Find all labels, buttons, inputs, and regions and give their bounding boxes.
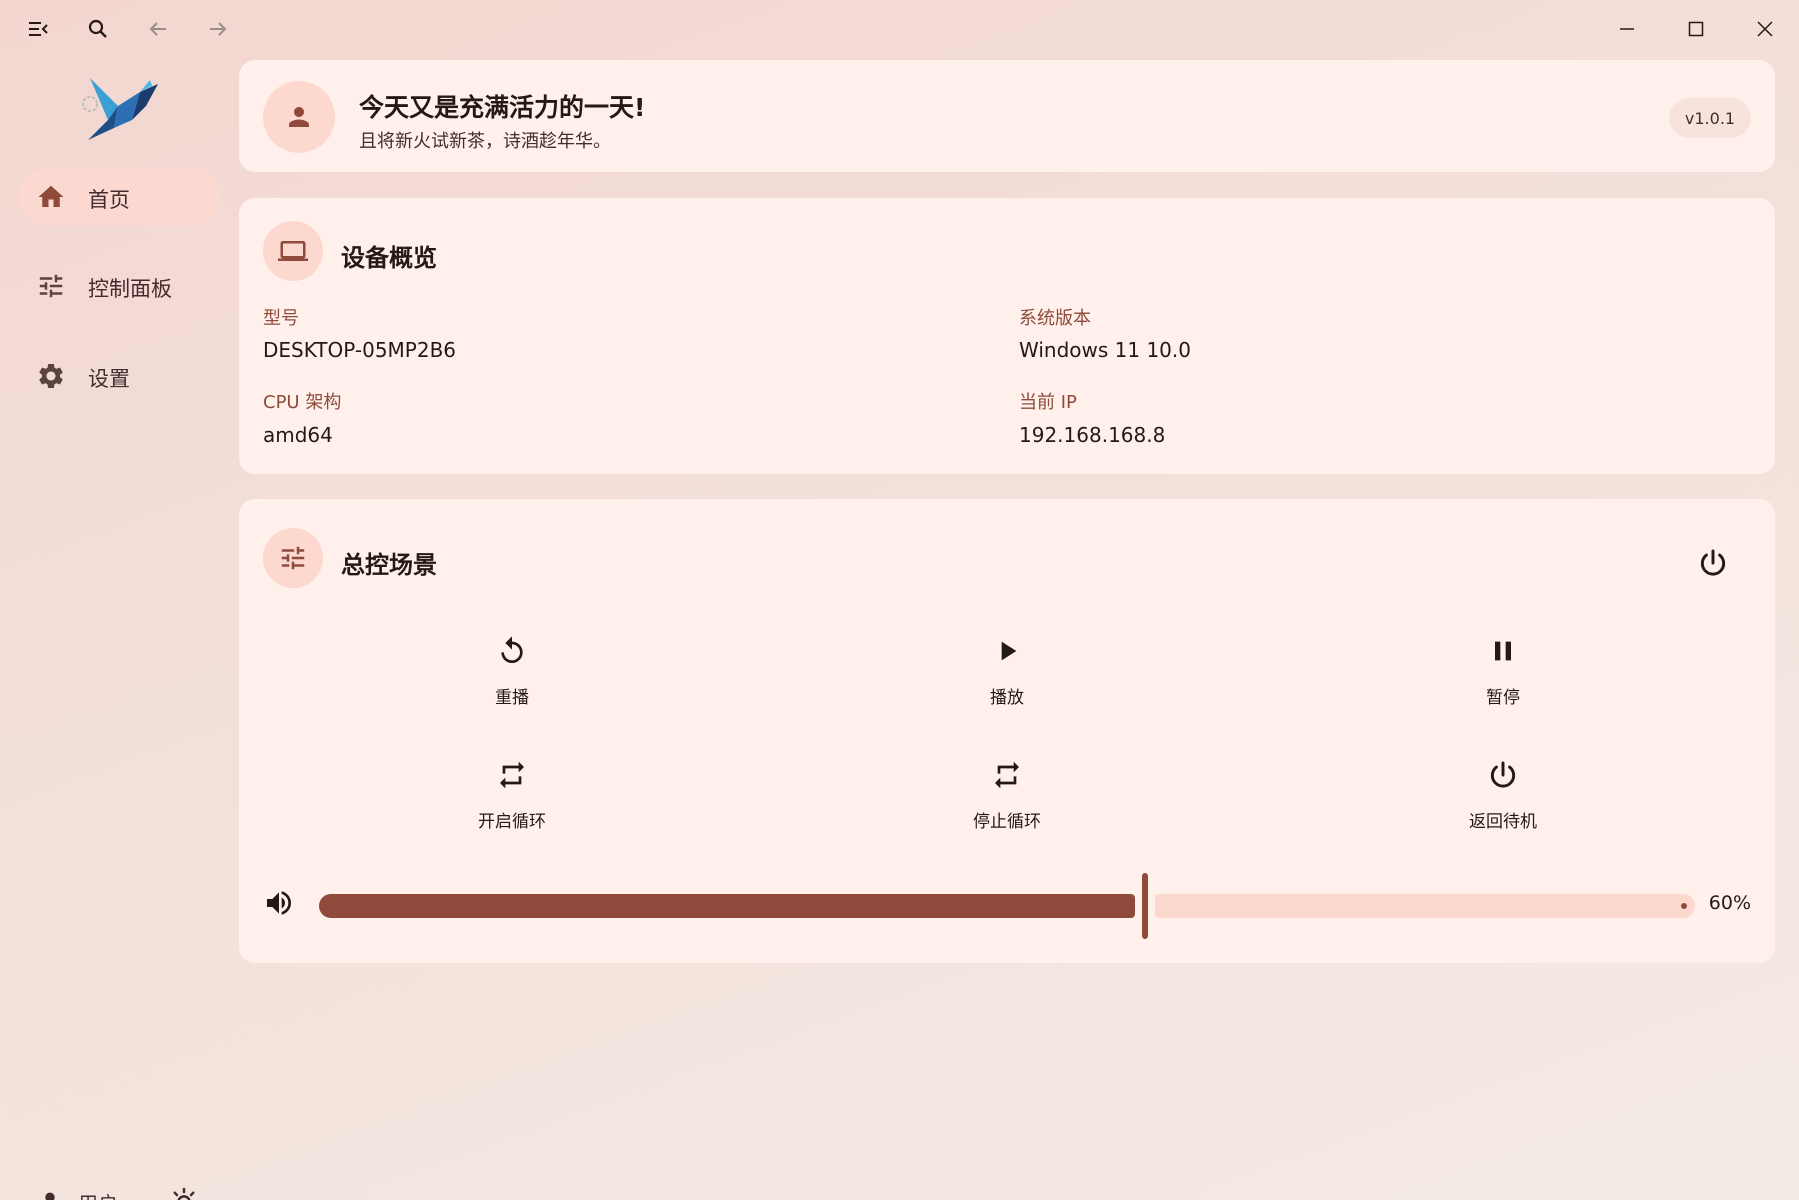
sidebar-item-home[interactable]: 首页 <box>18 168 220 226</box>
volume-track-inactive <box>1155 894 1695 918</box>
current-ip-label: 当前 IP <box>1019 392 1077 413</box>
pause-button[interactable]: 暂停 <box>1433 629 1573 729</box>
laptop-icon-badge <box>263 221 323 281</box>
cpu-arch-value: amd64 <box>263 423 333 447</box>
power-icon <box>1490 761 1516 788</box>
volume-percent: 60% <box>1708 892 1751 914</box>
os-version-label: 系统版本 <box>1019 308 1091 329</box>
sidebar-item-settings[interactable]: 设置 <box>18 347 220 405</box>
current-ip-value: 192.168.168.8 <box>1019 423 1166 447</box>
sidebar: 首页 控制面板 设置 用户 <box>0 58 238 1200</box>
title-bar <box>0 0 1799 58</box>
cpu-arch-label: CPU 架构 <box>263 392 342 413</box>
tune-icon <box>281 546 305 570</box>
arrow-left-icon <box>149 22 166 36</box>
model-value: DESKTOP-05MP2B6 <box>263 338 457 362</box>
repeat-icon <box>500 761 524 789</box>
play-button[interactable]: 播放 <box>937 629 1077 729</box>
menu-collapse-button[interactable] <box>18 9 58 49</box>
greeting-title: 今天又是充满活力的一天! <box>359 93 646 122</box>
user-label: 用户 <box>78 1188 118 1200</box>
sidebar-item-control-panel[interactable]: 控制面板 <box>18 257 220 315</box>
start-loop-button[interactable]: 开启循环 <box>442 753 582 853</box>
minimize-icon <box>1620 28 1634 30</box>
volume-slider[interactable] <box>319 869 1695 939</box>
greeting-card: 今天又是充满活力的一天! 且将新火试新茶，诗酒趁年华。 v1.0.1 <box>239 60 1775 172</box>
greeting-subtitle: 且将新火试新茶，诗酒趁年华。 <box>359 131 611 152</box>
return-standby-label: 返回待机 <box>1469 812 1537 832</box>
person-icon <box>289 107 309 127</box>
os-version-value: Windows 11 10.0 <box>1019 338 1191 362</box>
volume-slider-thumb[interactable] <box>1142 873 1148 939</box>
volume-icon <box>267 891 291 915</box>
replay-icon <box>501 636 523 663</box>
sidebar-item-label: 控制面板 <box>88 277 172 301</box>
pause-icon <box>1495 641 1511 661</box>
sidebar-item-label: 首页 <box>88 188 130 212</box>
sidebar-item-label: 设置 <box>88 367 130 391</box>
device-overview-card: 设备概览 型号 DESKTOP-05MP2B6 系统版本 Windows 11 … <box>239 198 1775 474</box>
stop-loop-button[interactable]: 停止循环 <box>937 753 1077 853</box>
play-label: 播放 <box>990 688 1024 708</box>
sidebar-footer: 用户 <box>0 1156 238 1200</box>
volume-stop-indicator <box>1681 903 1687 909</box>
volume-track-active <box>319 894 1135 918</box>
scene-control-card: 总控场景 重播 播放 暂停 开启循环 停止循环 返回待机 60% <box>239 499 1775 963</box>
tune-icon <box>39 274 63 298</box>
replay-button[interactable]: 重播 <box>442 629 582 729</box>
repeat-icon <box>995 761 1019 789</box>
device-overview-title: 设备概览 <box>341 244 437 272</box>
user-button[interactable]: 用户 <box>36 1182 118 1200</box>
forward-button[interactable] <box>198 9 238 49</box>
search-button[interactable] <box>78 9 118 49</box>
maximize-button[interactable] <box>1662 0 1730 58</box>
person-icon <box>45 1192 55 1200</box>
master-power-button[interactable] <box>1691 541 1735 585</box>
replay-label: 重播 <box>495 688 529 708</box>
power-icon <box>1700 549 1726 576</box>
return-standby-button[interactable]: 返回待机 <box>1433 753 1573 853</box>
play-icon <box>1001 641 1017 661</box>
tune-icon-badge <box>263 528 323 588</box>
pause-label: 暂停 <box>1486 688 1520 708</box>
search-icon <box>88 19 107 38</box>
avatar <box>263 81 335 153</box>
version-badge: v1.0.1 <box>1669 98 1751 138</box>
close-icon <box>1757 21 1773 37</box>
arrow-right-icon <box>210 22 227 36</box>
theme-toggle-button[interactable] <box>164 1182 204 1200</box>
start-loop-label: 开启循环 <box>478 812 546 832</box>
minimize-button[interactable] <box>1593 0 1661 58</box>
app-logo-icon <box>82 78 158 140</box>
laptop-icon <box>278 241 308 261</box>
home-icon <box>38 185 64 207</box>
stop-loop-label: 停止循环 <box>973 812 1041 832</box>
model-label: 型号 <box>263 308 299 329</box>
sun-icon <box>173 1187 195 1200</box>
menu-collapse-icon <box>29 22 48 36</box>
close-button[interactable] <box>1731 0 1799 58</box>
scene-title: 总控场景 <box>341 551 437 579</box>
back-button[interactable] <box>138 9 178 49</box>
gear-icon <box>39 364 63 388</box>
maximize-icon <box>1688 21 1704 37</box>
